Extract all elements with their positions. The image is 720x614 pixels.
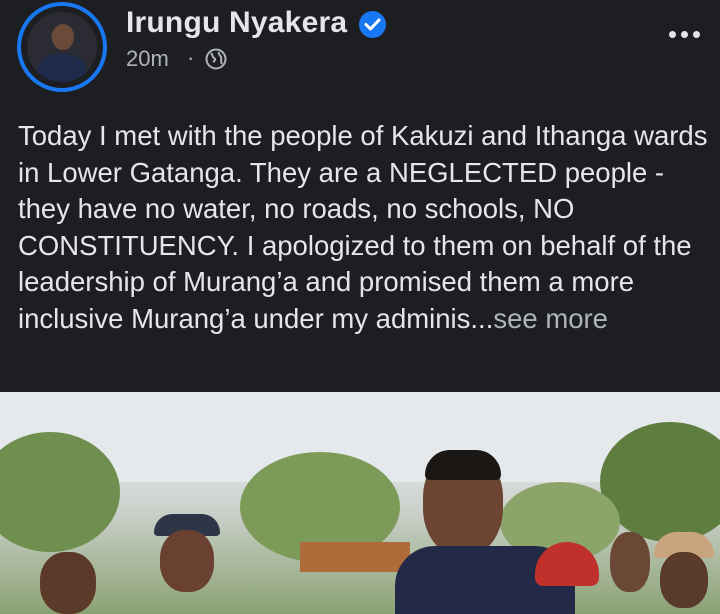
post-text: Today I met with the people of Kakuzi an…: [18, 118, 708, 337]
author-avatar[interactable]: [17, 2, 107, 92]
verified-badge-icon: [359, 11, 386, 38]
see-more-link[interactable]: see more: [493, 303, 608, 334]
post-timestamp[interactable]: 20m: [126, 46, 169, 72]
post-header: Irungu Nyakera 20m ·: [0, 0, 720, 100]
post-photo[interactable]: [0, 392, 720, 614]
post-body: Today I met with the people of Kakuzi an…: [18, 120, 708, 334]
author-name[interactable]: Irungu Nyakera: [126, 6, 347, 40]
more-options-icon[interactable]: [664, 22, 704, 46]
globe-icon[interactable]: [205, 48, 227, 70]
meta-separator: ·: [187, 45, 195, 70]
avatar-photo: [27, 12, 97, 82]
